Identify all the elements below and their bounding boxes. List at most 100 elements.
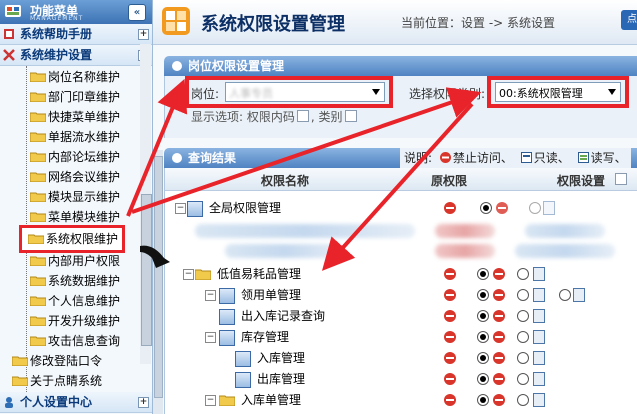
forbid-icon [444, 202, 456, 214]
menu-item-net-meeting[interactable]: 网络会议维护 [30, 168, 120, 186]
radio-forbid[interactable] [477, 268, 489, 280]
forbid-icon [493, 373, 505, 385]
menu-item-label: 系统数据维护 [48, 274, 121, 288]
table-row[interactable]: − 领用单管理 [165, 285, 637, 306]
folder-icon [30, 112, 46, 122]
content-scrollbar[interactable] [153, 150, 163, 414]
menu-item-personal-info[interactable]: 个人信息维护 [30, 292, 120, 310]
menu-item-module-display[interactable]: 模块显示维护 [30, 188, 120, 206]
results-panel-header: 查询结果 说明: 禁止访问、 只读、 读写、 [164, 148, 637, 168]
row-name: 入库管理 [257, 351, 306, 365]
radio-read[interactable] [517, 331, 529, 343]
menu-item-attack-query[interactable]: 攻击信息查询 [30, 332, 120, 350]
breadcrumb: 当前位置：设置 -> 系统设置 [401, 16, 556, 30]
menu-item-change-password[interactable]: 修改登陆口令 [12, 352, 102, 370]
doc-icon [533, 393, 545, 407]
print-button[interactable]: 点 [621, 10, 637, 30]
radio-read[interactable] [517, 394, 529, 406]
menu-item-dev-upgrade[interactable]: 开发升级维护 [30, 312, 120, 330]
collapse-icon[interactable]: − [205, 332, 216, 343]
folder-icon [28, 234, 44, 244]
table-row[interactable]: 出库管理 [165, 369, 637, 390]
menu-item-shortcut-menu[interactable]: 快捷菜单维护 [30, 108, 120, 126]
radio-forbid[interactable] [477, 310, 489, 322]
radio-read[interactable] [517, 310, 529, 322]
bullet-icon [172, 61, 182, 71]
folder-icon [30, 336, 46, 346]
radio-rw[interactable] [559, 289, 571, 301]
table-row[interactable]: − 库存管理 [165, 327, 637, 348]
table-row[interactable]: 出入库记录查询 [165, 306, 637, 327]
select-all-checkbox[interactable] [615, 173, 627, 185]
table-row[interactable]: − 低值易耗品管理 [165, 264, 637, 285]
read-only-icon [520, 152, 532, 163]
scroll-thumb[interactable] [154, 156, 163, 398]
forbid-icon [439, 152, 451, 163]
radio-forbid[interactable] [477, 394, 489, 406]
menu-item-doc-serial[interactable]: 单据流水维护 [30, 128, 120, 146]
radio-forbid[interactable] [477, 289, 489, 301]
menu-item-menu-module[interactable]: 菜单模块维护 [30, 208, 120, 226]
menu-item-user-permission[interactable]: 内部用户权限 [30, 252, 120, 270]
scroll-thumb[interactable] [141, 194, 152, 346]
radio-read[interactable] [529, 202, 541, 214]
radio-forbid[interactable] [477, 373, 489, 385]
col-setting: 权限设置 [557, 174, 606, 188]
folder-icon [30, 72, 46, 82]
option1-checkbox[interactable] [296, 110, 309, 122]
filter-panel-title: 岗位权限设置管理 [188, 59, 285, 73]
menu-item-forum[interactable]: 内部论坛维护 [30, 148, 120, 166]
tools-icon [3, 49, 15, 61]
book-icon [4, 29, 14, 39]
radio-forbid[interactable] [477, 331, 489, 343]
expand-icon[interactable]: + [138, 29, 149, 40]
collapse-icon[interactable]: − [205, 290, 216, 301]
menu-item-label: 内部论坛维护 [48, 150, 121, 164]
menu-logo-icon [5, 5, 21, 17]
redacted-row [435, 244, 495, 258]
forbid-icon [444, 352, 456, 364]
forbid-icon [496, 202, 508, 214]
section-personal-settings[interactable]: 个人设置中心 + [0, 392, 152, 413]
table-row[interactable]: 入库管理 [165, 348, 637, 369]
forbid-icon [444, 268, 456, 280]
section-system-maintenance[interactable]: 系统维护设置 − [0, 45, 152, 66]
radio-read[interactable] [517, 373, 529, 385]
row-name: 低值易耗品管理 [217, 267, 302, 281]
title-bar: 系统权限设置管理 当前位置：设置 -> 系统设置 点 [153, 0, 637, 45]
menu-item-system-permission[interactable]: 系统权限维护 [18, 225, 126, 253]
row-name: 库存管理 [241, 330, 290, 344]
menu-item-dept-seal[interactable]: 部门印章维护 [30, 88, 120, 106]
doc-icon [533, 330, 545, 344]
radio-forbid[interactable] [477, 352, 489, 364]
forbid-icon [444, 289, 456, 301]
radio-read[interactable] [517, 268, 529, 280]
radio-read[interactable] [517, 289, 529, 301]
option1-label: 权限内码 [246, 110, 295, 124]
folder-open-icon [195, 269, 211, 280]
menu-item-about[interactable]: 关于点睛系统 [12, 372, 102, 390]
collapse-menu-button[interactable]: « [128, 4, 146, 21]
menu-item-system-data[interactable]: 系统数据维护 [30, 272, 120, 290]
collapse-icon[interactable]: − [175, 203, 186, 214]
menu-scrollbar[interactable] [140, 44, 152, 364]
radio-read[interactable] [517, 352, 529, 364]
folder-icon [30, 316, 46, 326]
expand-icon[interactable]: + [138, 397, 149, 408]
forbid-icon [493, 310, 505, 322]
forbid-icon [493, 289, 505, 301]
collapse-icon[interactable]: − [183, 269, 194, 280]
results-panel-title: 查询结果 [188, 151, 237, 165]
settings-app-icon [162, 7, 190, 35]
section-label: 系统帮助手册 [20, 27, 93, 41]
section-help-manual[interactable]: 系统帮助手册 + [0, 24, 152, 45]
menu-item-post-name[interactable]: 岗位名称维护 [30, 68, 120, 86]
collapse-icon[interactable]: − [205, 395, 216, 406]
redacted-row [525, 224, 605, 238]
forbid-icon [493, 331, 505, 343]
table-row[interactable]: − 全局权限管理 [165, 198, 637, 219]
category-label: 选择权限类别: [409, 87, 486, 101]
option2-checkbox[interactable] [344, 110, 357, 122]
radio-forbid[interactable] [480, 202, 492, 214]
table-row[interactable]: − 入库单管理 [165, 390, 637, 411]
